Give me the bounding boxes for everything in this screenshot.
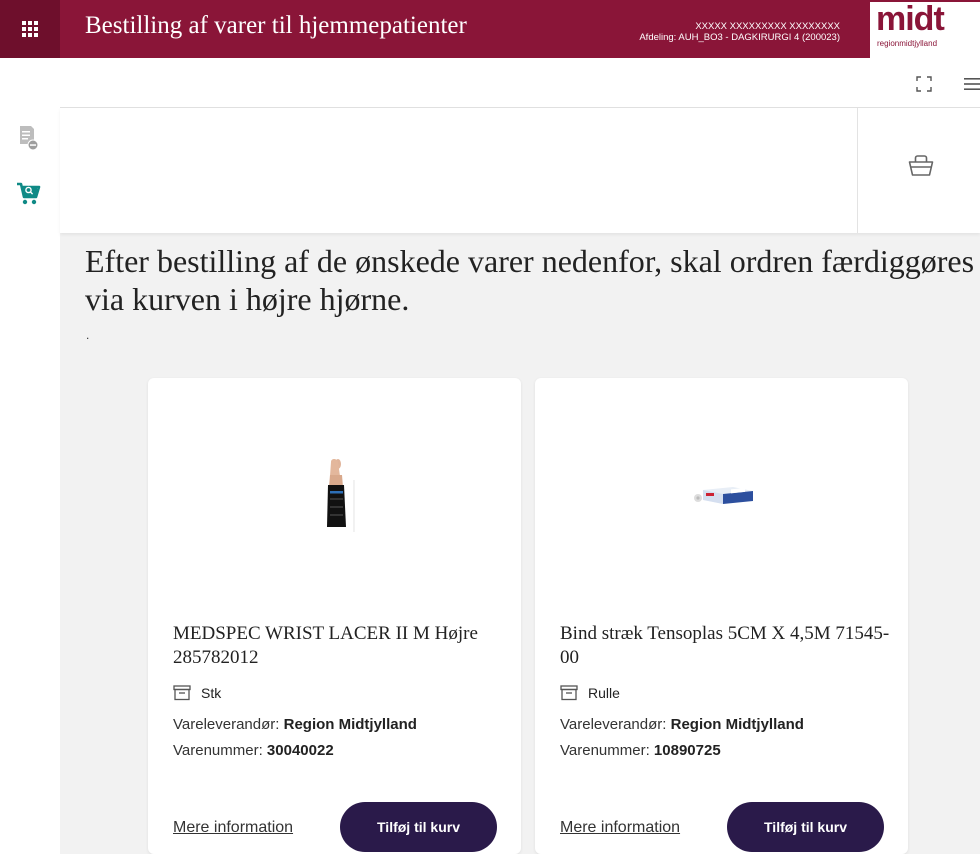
app-title: Bestilling af varer til hjemmepatienter <box>85 12 467 39</box>
fullscreen-button[interactable] <box>913 73 935 95</box>
app-launcher-button[interactable] <box>0 0 60 58</box>
product-image <box>535 378 908 618</box>
supplier-info: Vareleverandør: Region Midtjylland <box>560 716 804 733</box>
fullscreen-icon <box>916 76 932 92</box>
basket-icon <box>908 155 934 176</box>
product-image <box>148 378 521 618</box>
unit-label: Rulle <box>588 685 620 701</box>
hamburger-icon <box>964 78 980 90</box>
user-name: XXXXX XXXXXXXXX XXXXXXXX <box>695 21 840 32</box>
region-logo[interactable]: midt regionmidtjylland <box>870 2 980 58</box>
item-number: Varenummer: 30040022 <box>173 742 334 759</box>
package-icon <box>560 685 578 701</box>
note-text: . <box>86 328 90 342</box>
more-info-link[interactable]: Mere information <box>173 819 293 837</box>
department-label: Afdeling: AUH_BO3 - DAGKIRURGI 4 (200023… <box>639 32 840 43</box>
product-card: Bind stræk Tensoplas 5CM X 4,5M 71545-00… <box>535 378 908 854</box>
left-nav-rail <box>0 58 60 854</box>
product-title: MEDSPEC WRIST LACER II M Højre 285782012 <box>173 623 478 668</box>
menu-button[interactable] <box>960 73 980 95</box>
unit-label: Stk <box>201 685 222 701</box>
document-minus-icon <box>20 126 38 151</box>
cart-search-icon <box>17 182 41 205</box>
grid-icon <box>22 21 38 37</box>
order-bar <box>60 108 980 233</box>
basket-button[interactable] <box>903 148 939 184</box>
product-title: Bind stræk Tensoplas 5CM X 4,5M 71545-00 <box>560 623 890 668</box>
unit-row: Rulle <box>560 685 620 701</box>
package-icon <box>173 685 191 701</box>
add-to-basket-button[interactable]: Tilføj til kurv <box>340 802 497 852</box>
more-info-link[interactable]: Mere information <box>560 819 680 837</box>
add-to-basket-button[interactable]: Tilføj til kurv <box>727 802 884 852</box>
user-info: XXXXX XXXXXXXXX XXXXXXXX Afdeling: AUH_B… <box>590 21 840 43</box>
instructions-heading: Efter bestilling af de ønskede varer ned… <box>85 243 975 317</box>
item-number: Varenummer: 10890725 <box>560 742 721 759</box>
basket-area <box>857 108 980 233</box>
app-header: Bestilling af varer til hjemmepatienter … <box>0 0 980 58</box>
unit-row: Stk <box>173 685 221 701</box>
orders-nav-button[interactable] <box>10 120 46 156</box>
product-card: MEDSPEC WRIST LACER II M Højre 285782012… <box>148 378 521 854</box>
shop-nav-button[interactable] <box>10 176 46 212</box>
toolbar <box>60 58 980 108</box>
supplier-info: Vareleverandør: Region Midtjylland <box>173 716 417 733</box>
